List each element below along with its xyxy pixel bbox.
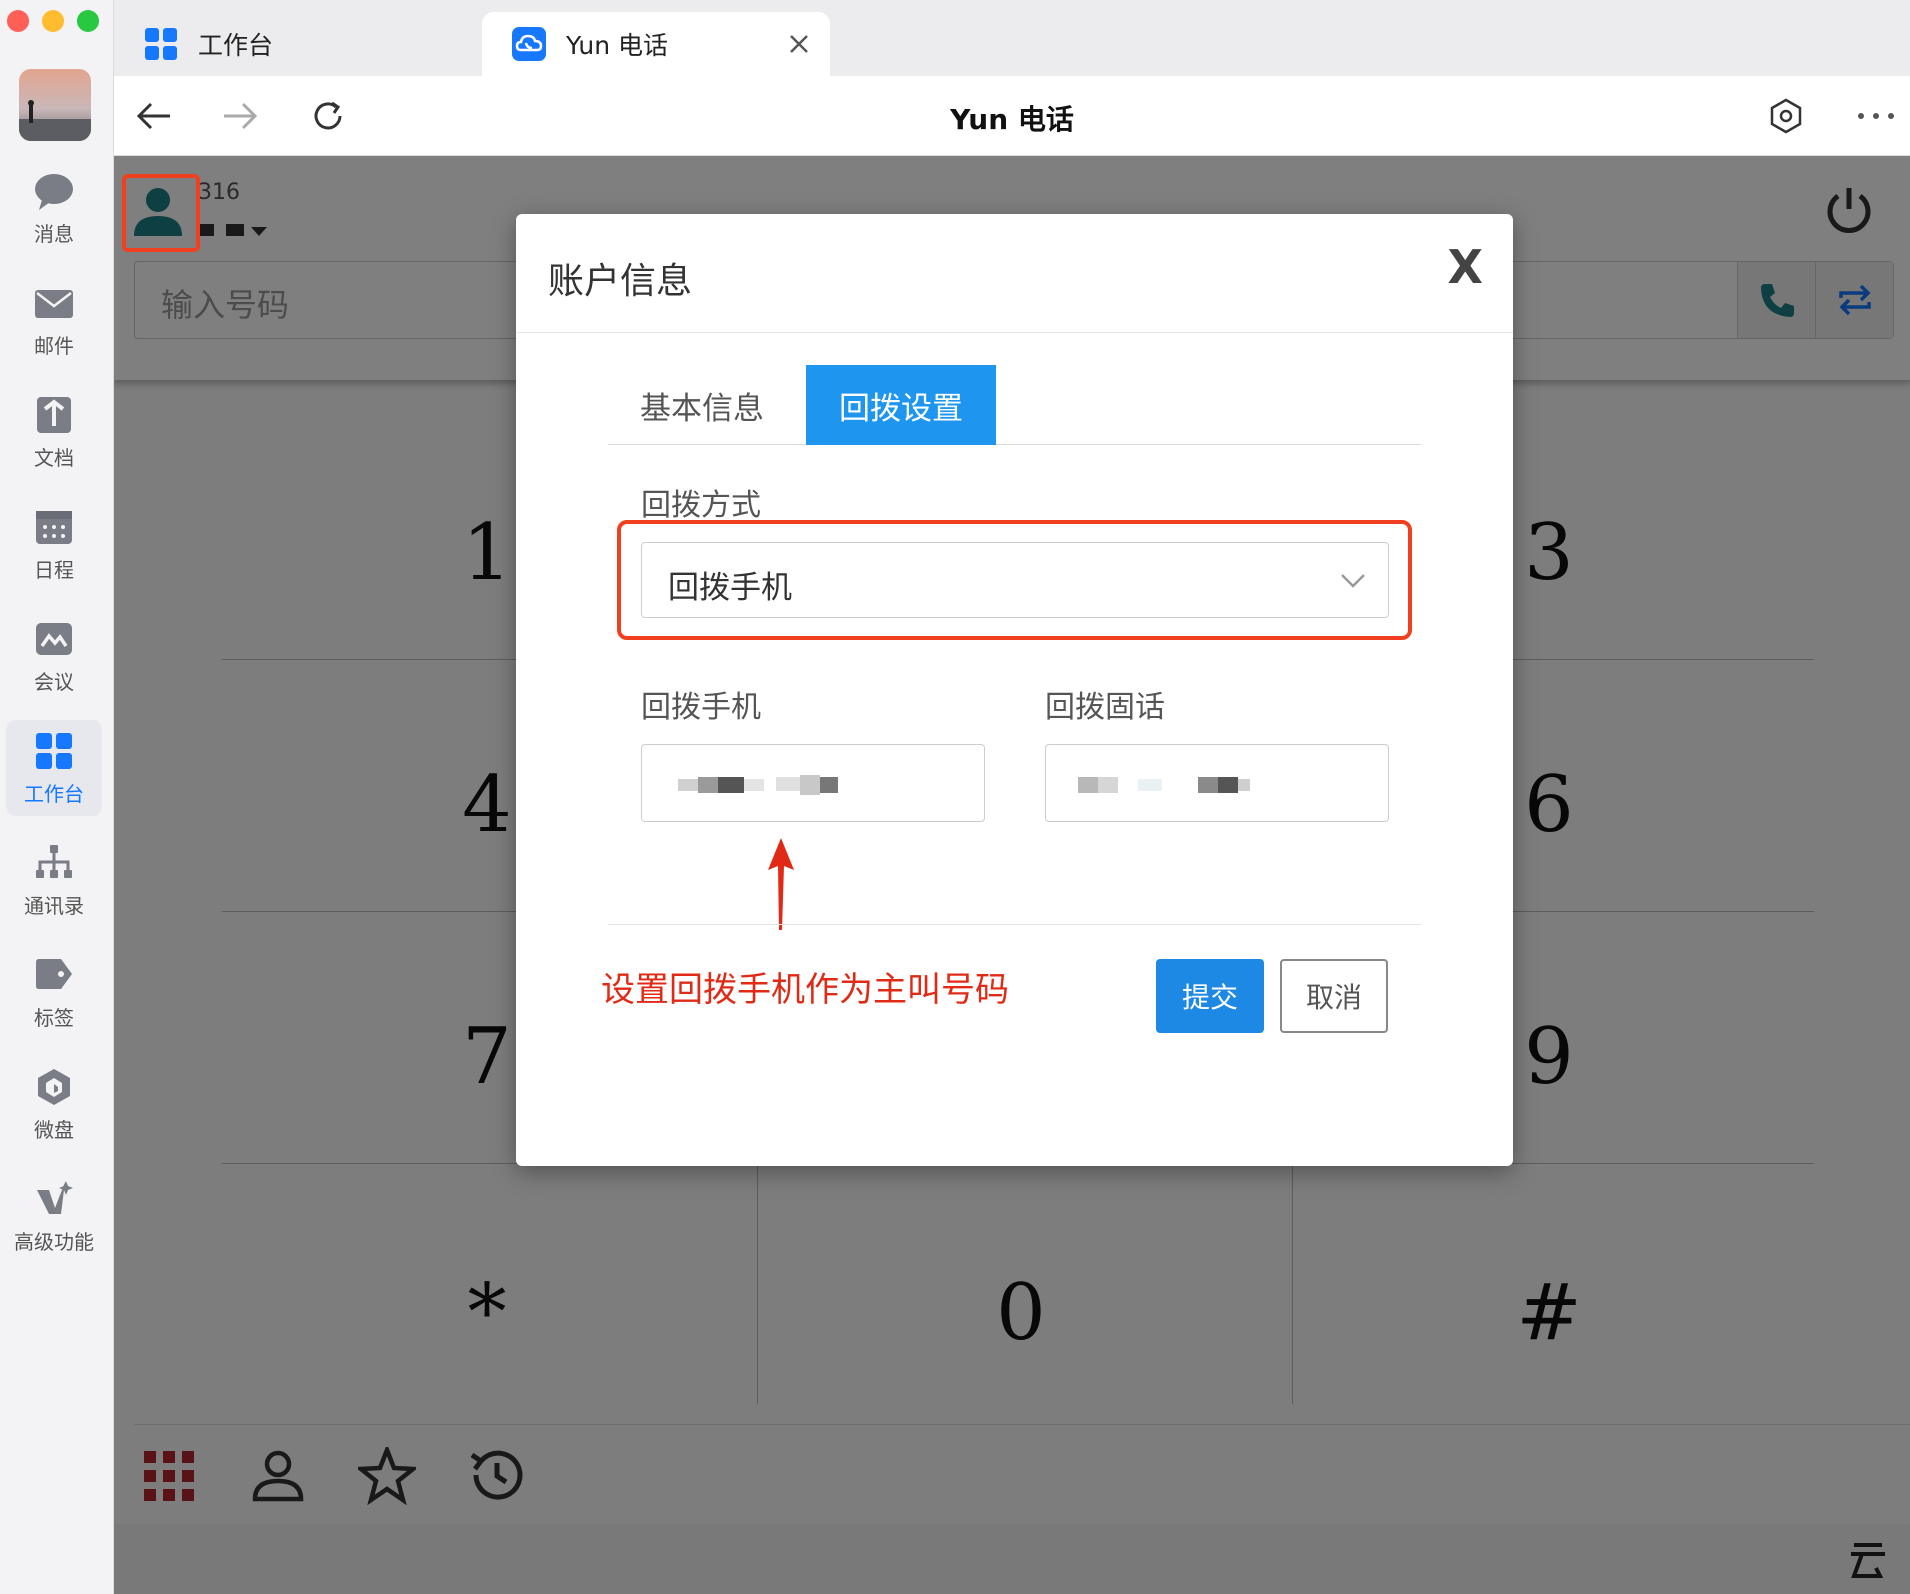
more-button[interactable]: [1854, 96, 1898, 136]
select-highlight-box: [617, 520, 1412, 640]
sidebar-item-docs[interactable]: 文档: [6, 384, 102, 480]
redacted-value: [1078, 777, 1250, 793]
sidebar-item-calendar[interactable]: 日程: [6, 496, 102, 592]
sidebar-item-label: 邮件: [34, 333, 74, 358]
callback-landline-input[interactable]: [1045, 744, 1389, 822]
cancel-button[interactable]: 取消: [1280, 959, 1388, 1033]
document-icon: [37, 396, 71, 433]
sidebar-item-workspace[interactable]: 工作台: [6, 720, 102, 816]
window-minimize-button[interactable]: [42, 10, 64, 32]
annotation-text: 设置回拨手机作为主叫号码: [601, 970, 1009, 1010]
dialog-divider: [516, 332, 1513, 333]
advanced-features-icon: [37, 1180, 73, 1214]
sidebar-item-meetings[interactable]: 会议: [6, 608, 102, 704]
sidebar-item-label: 微盘: [34, 1117, 74, 1142]
drive-icon: [38, 1068, 70, 1105]
profile-highlight-box: [122, 174, 200, 252]
sidebar-item-advanced[interactable]: 高级功能: [6, 1168, 102, 1264]
page-title: Yun 电话: [950, 103, 1074, 136]
sidebar-item-label: 日程: [34, 557, 74, 582]
close-tab-icon[interactable]: [788, 33, 810, 55]
callback-mode-label: 回拨方式: [641, 488, 761, 523]
hexagon-settings-icon: [1770, 98, 1802, 134]
sidebar-item-messages[interactable]: 消息: [6, 160, 102, 256]
app-sidebar: 消息 邮件 文档 日程 会议 工作台 通讯录 标签 微盘 高级功能: [0, 0, 114, 1594]
sidebar-item-label: 会议: [34, 669, 74, 694]
callback-landline-label: 回拨固话: [1045, 690, 1165, 725]
dialog-divider: [608, 924, 1421, 925]
chat-bubble-icon: [35, 173, 73, 210]
more-dots-icon: [1858, 113, 1894, 119]
sidebar-item-label: 工作台: [24, 781, 84, 806]
workspace-grid-icon: [36, 732, 72, 769]
account-info-dialog: 账户信息 X 基本信息 回拨设置 回拨方式 回拨手机 回拨手机 回拨固话 设置回…: [516, 214, 1513, 1166]
sidebar-item-tags[interactable]: 标签: [6, 944, 102, 1040]
dialog-close-button[interactable]: X: [1448, 240, 1483, 294]
tab-title: Yun 电话: [566, 31, 669, 60]
sidebar-item-mail[interactable]: 邮件: [6, 272, 102, 368]
window-close-button[interactable]: [7, 10, 29, 32]
sidebar-item-label: 消息: [34, 221, 74, 246]
tab-yun-phone[interactable]: Yun 电话: [482, 12, 830, 76]
sidebar-item-label: 文档: [34, 445, 74, 470]
tab-title: 工作台: [198, 31, 274, 60]
settings-button[interactable]: [1766, 96, 1806, 136]
dialog-tabs: 基本信息 回拨设置: [608, 365, 1421, 445]
sidebar-item-label: 高级功能: [14, 1229, 94, 1254]
mail-icon: [35, 289, 73, 318]
sidebar-item-drive[interactable]: 微盘: [6, 1056, 102, 1152]
tab-basic-info[interactable]: 基本信息: [608, 365, 796, 445]
tag-icon: [36, 958, 72, 989]
sidebar-item-contacts[interactable]: 通讯录: [6, 832, 102, 928]
tab-workspace[interactable]: 工作台: [114, 12, 482, 76]
user-avatar[interactable]: [19, 69, 91, 141]
redacted-value: [678, 775, 838, 795]
submit-button[interactable]: 提交: [1156, 959, 1264, 1033]
window-maximize-button[interactable]: [77, 10, 99, 32]
sidebar-item-label: 标签: [34, 1005, 74, 1030]
org-chart-icon: [36, 844, 72, 878]
sidebar-item-label: 通讯录: [24, 893, 84, 918]
tab-bar: 工作台 Yun 电话: [114, 0, 1910, 76]
callback-mobile-input[interactable]: [641, 744, 985, 822]
dialog-title: 账户信息: [548, 261, 693, 302]
callback-mobile-label: 回拨手机: [641, 690, 761, 725]
calendar-icon: [36, 510, 72, 544]
tab-callback-settings[interactable]: 回拨设置: [806, 365, 996, 445]
cloud-phone-app-icon: [512, 27, 546, 61]
browser-toolbar: Yun 电话: [114, 76, 1910, 156]
workspace-grid-icon: [145, 28, 177, 60]
red-arrow-annotation: [768, 838, 794, 930]
meeting-icon: [36, 622, 72, 655]
